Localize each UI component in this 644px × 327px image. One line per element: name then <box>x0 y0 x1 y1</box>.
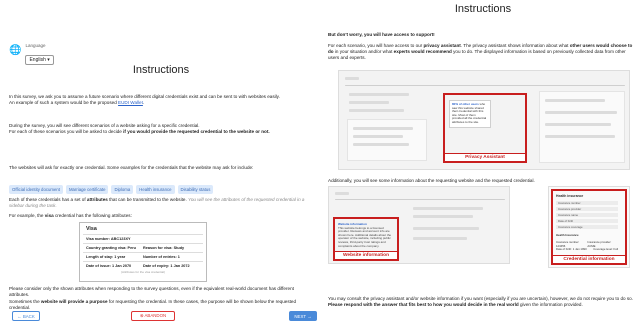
credential-title: Health insurance <box>556 194 584 198</box>
website-info-screenshot: Website information This website belongs… <box>328 186 510 264</box>
privacy-assistant-paragraph: For each scenario, you will have access … <box>328 43 633 60</box>
back-button[interactable]: ← BACK <box>12 311 40 321</box>
consult-paragraph: You may consult the privacy assistant an… <box>328 296 633 307</box>
visa-length: Length of stay: 1 year <box>86 255 126 259</box>
visa-country: Country granting visa: Peru <box>86 246 136 250</box>
credential-examples-paragraph: The websites will ask for exactly one cr… <box>9 165 254 170</box>
visa-title: Visa <box>86 226 97 232</box>
visa-date-issue: Date of issue: 1 Jan 2070 <box>86 264 132 268</box>
website-information-label: Website information <box>335 251 397 259</box>
visa-reason: Reason for visa: Study <box>143 246 185 250</box>
additional-info-paragraph: Additionally, you will see some informat… <box>328 178 535 183</box>
visa-example-paragraph: For example, the visa credential has the… <box>9 213 132 218</box>
support-heading: But don't worry, you will have access to… <box>328 32 435 37</box>
eudi-wallet-link[interactable]: EUDI Wallet <box>118 100 143 105</box>
credential-info-screenshot: Health insurance Insurance number Insura… <box>548 186 630 268</box>
language-label: Language <box>25 43 46 48</box>
chip-diploma: Diploma <box>111 185 134 194</box>
globe-icon: 🌐 <box>9 45 22 56</box>
chip-identity-document: Official identity document <box>9 185 63 194</box>
credential-information-label: Credential information <box>553 255 625 263</box>
consider-attributes-paragraph: Please consider only the shown attribute… <box>9 286 294 297</box>
website-info-text: This website belongs to a licensed provi… <box>338 225 392 248</box>
abandon-button[interactable]: ⊗ ABANDON <box>131 311 175 321</box>
credential-information-highlight: Health insurance Insurance number Insura… <box>551 189 627 265</box>
privacy-assistant-screenshot: 80% of other users who saw this website … <box>338 70 630 170</box>
visa-date-expiry: Date of expiry: 1 Jan 2072 <box>143 264 190 268</box>
intro-paragraph: In this survey, we ask you to assume a f… <box>9 94 280 105</box>
scenario-paragraph: During the survey, you will see differen… <box>9 123 270 134</box>
visa-entries: Number of entries: 1 <box>143 255 180 259</box>
chip-disability-status: Disability status <box>177 185 214 194</box>
privacy-assistant-label: Privacy Assistant <box>445 153 525 161</box>
purpose-paragraph: Sometimes the website will provide a pur… <box>9 299 297 310</box>
privacy-assistant-message: 80% of other users who saw this website … <box>449 100 491 128</box>
website-information-highlight: Website information This website belongs… <box>333 217 399 261</box>
chip-health-insurance: Health insurance <box>136 185 175 194</box>
privacy-assistant-highlight: 80% of other users who saw this website … <box>443 93 527 163</box>
page-title: Instructions <box>132 64 190 76</box>
language-selector: 🌐 Language English ▾ <box>9 43 54 66</box>
next-button[interactable]: NEXT → <box>289 311 317 321</box>
visa-credential-card: Visa Visa number: ABC123XY Country grant… <box>79 222 207 282</box>
chevron-down-icon: ▾ <box>47 57 50 63</box>
left-instructions-panel: 🌐 Language English ▾ Instructions In thi… <box>0 0 322 327</box>
attributes-paragraph: Each of these credentials has a set of a… <box>9 197 305 208</box>
visa-number: Visa number: ABC123XY <box>86 237 131 241</box>
right-instructions-panel: Instructions But don't worry, you will h… <box>322 0 644 327</box>
visa-caption: (Attributes for the visa credential) <box>120 270 166 274</box>
page-title-right: Instructions <box>454 3 512 15</box>
chip-marriage-certificate: Marriage certificate <box>65 185 109 194</box>
credential-chips: Official identity document Marriage cert… <box>9 185 214 194</box>
